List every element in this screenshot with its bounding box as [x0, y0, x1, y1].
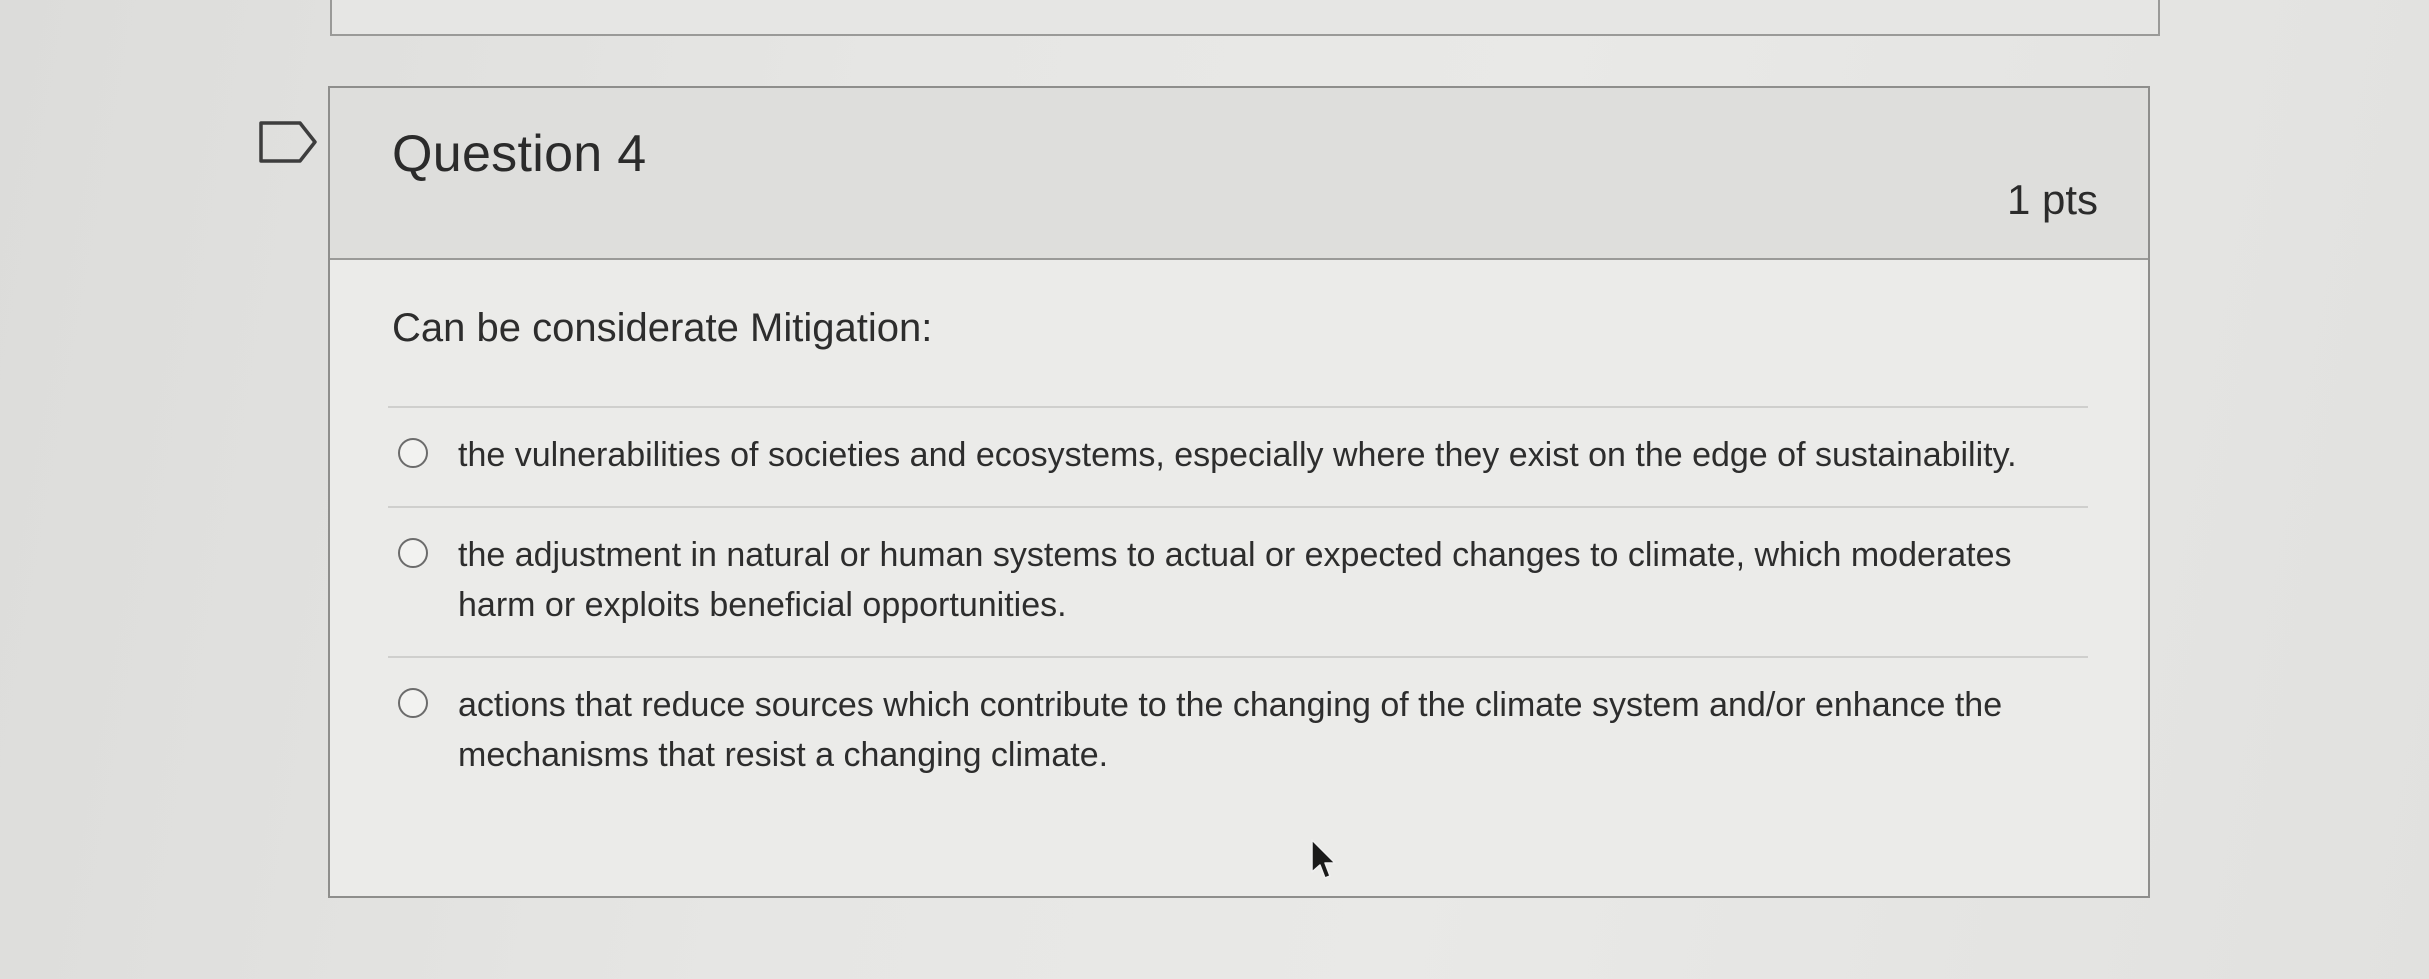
answer-label[interactable]: the adjustment in natural or human syste…: [458, 530, 2088, 630]
answer-list: the vulnerabilities of societies and eco…: [388, 406, 2088, 806]
previous-question-card: [330, 0, 2160, 36]
flag-question-icon[interactable]: [258, 120, 318, 164]
radio-button[interactable]: [398, 538, 428, 568]
question-prompt: Can be considerate Mitigation:: [392, 306, 933, 350]
answer-option-2[interactable]: the adjustment in natural or human syste…: [388, 506, 2088, 656]
radio-button[interactable]: [398, 688, 428, 718]
question-header: Question 4 1 pts: [330, 88, 2148, 260]
question-points: 1 pts: [2006, 176, 2098, 223]
mouse-pointer-icon: [1311, 839, 1336, 879]
question-card: Question 4 1 pts Can be considerate Miti…: [328, 86, 2150, 898]
question-title: Question 4: [392, 125, 647, 183]
answer-option-3[interactable]: actions that reduce sources which contri…: [388, 656, 2088, 806]
answer-option-1[interactable]: the vulnerabilities of societies and eco…: [388, 406, 2088, 506]
answer-label[interactable]: the vulnerabilities of societies and eco…: [458, 430, 2088, 480]
answer-label[interactable]: actions that reduce sources which contri…: [458, 680, 2088, 780]
radio-button[interactable]: [398, 438, 428, 468]
